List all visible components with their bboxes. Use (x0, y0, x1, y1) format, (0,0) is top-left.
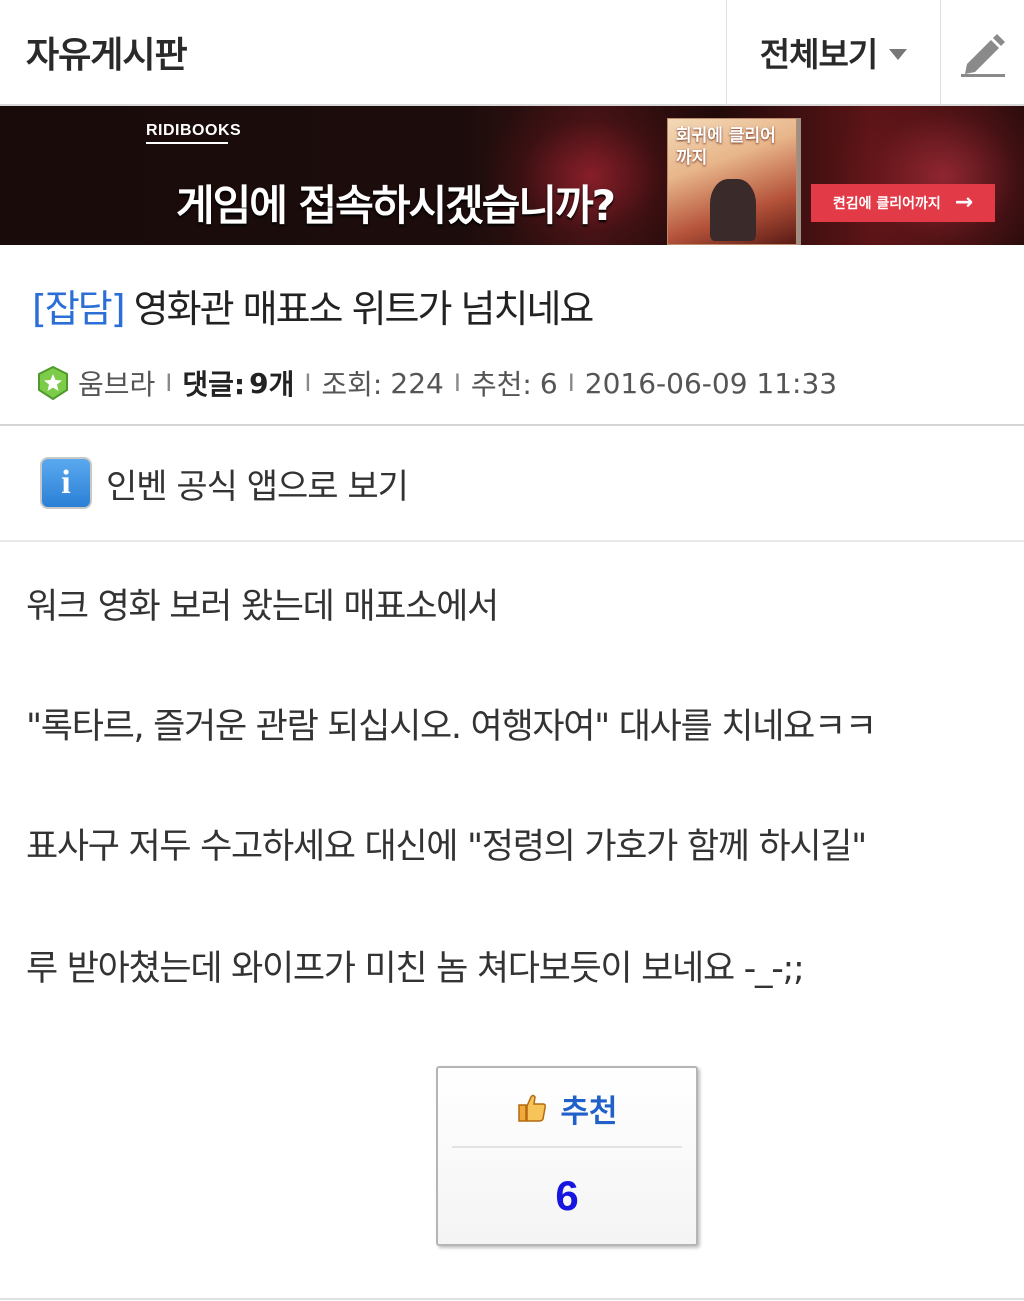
recommend-box-count: 6 (555, 1172, 579, 1219)
post-body-line: 워크 영화 보러 왔는데 매표소에서 (26, 587, 499, 627)
comments-label: 댓글: (182, 368, 246, 401)
recommend-box-label: 추천 (560, 1093, 618, 1130)
board-title[interactable]: 자유게시판 (26, 26, 188, 78)
meta-separator: I (165, 369, 173, 397)
meta-separator: I (453, 369, 461, 397)
arrow-right-icon: → (954, 190, 974, 215)
book-cover-title: 회귀에 클리어 까지 (676, 126, 776, 168)
recommend-button[interactable]: 추천 6 (436, 1066, 698, 1246)
post-body-line: "록타르, 즐거운 관람 되십시오. 여행자여" 대사를 치네요ㅋㅋ (26, 707, 877, 747)
post-body-line: 루 받아쳤는데 와이프가 미친 놈 쳐다보듯이 보네요 -_-;; (26, 949, 805, 989)
open-in-app-link[interactable]: i 인벤 공식 앱으로 보기 (40, 456, 409, 510)
pencil-icon (960, 34, 1005, 77)
view-all-label: 전체보기 (759, 35, 878, 74)
caret-down-icon (889, 48, 908, 60)
post-title: [잡담] 영화관 매표소 위트가 넘치네요 (32, 278, 595, 333)
board-header: 자유게시판 전체보기 (0, 0, 1024, 106)
comments-count: 9 (249, 366, 269, 400)
divider (0, 540, 1024, 542)
divider (452, 1146, 682, 1148)
open-in-app-label: 인벤 공식 앱으로 보기 (106, 466, 409, 507)
banner-cta-label: 켠김에 클리어까지 (832, 196, 941, 212)
banner-cta-button[interactable]: 켠김에 클리어까지 → (811, 184, 995, 222)
thumbs-up-icon (518, 1094, 547, 1122)
recommend-label: 추천: (470, 368, 532, 401)
recommend-count: 6 (539, 366, 558, 400)
banner-glow (830, 106, 1024, 245)
meta-separator: I (567, 369, 575, 397)
post-category: [잡담] (32, 287, 126, 331)
level-badge-icon (38, 366, 68, 400)
views-count: 224 (390, 366, 444, 400)
post-title-text: 영화관 매표소 위트가 넘치네요 (133, 287, 595, 331)
view-all-dropdown[interactable]: 전체보기 (726, 0, 940, 104)
meta-separator: I (304, 369, 312, 397)
recommend-header: 추천 (438, 1068, 696, 1148)
post-datetime: 2016-06-09 11:33 (584, 366, 838, 400)
comments-unit: 개 (268, 368, 295, 401)
banner-brand-logo: RIDIBOOKS (146, 122, 242, 139)
book-cover-figure (710, 179, 756, 241)
banner-headline: 게임에 접속하시겠습니까? (176, 181, 616, 230)
post-body-line: 표사구 저두 수고하세요 대신에 "정령의 가호가 함께 하시길" (26, 827, 867, 867)
post-meta: 움브라 I 댓글: 9 개 I 조회: 224 I 추천: 6 I 2016-0… (36, 363, 837, 403)
banner-brand-underline (146, 142, 228, 144)
banner-book-cover: 회귀에 클리어 까지 (667, 118, 797, 245)
author-name[interactable]: 움브라 (78, 363, 155, 403)
inven-app-icon: i (40, 457, 92, 509)
ad-banner[interactable]: RIDIBOOKS 게임에 접속하시겠습니까? 회귀에 클리어 까지 (0, 106, 1024, 245)
views-label: 조회: (321, 368, 383, 401)
divider (0, 1298, 1024, 1300)
write-button[interactable] (940, 0, 1024, 104)
divider (0, 424, 1024, 426)
